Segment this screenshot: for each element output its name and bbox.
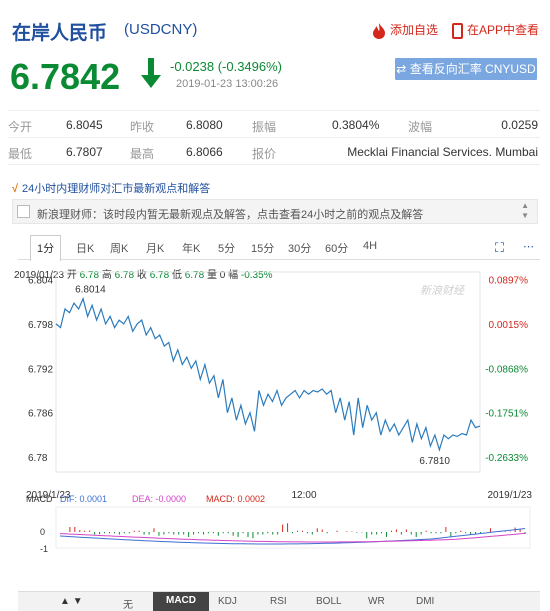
chart-period-tabs: ⛶ ⋯ 1分 日K 周K 月K 年K 5分 15分 30分 60分 4H <box>18 234 540 261</box>
y-tick-label: 6.792 <box>28 364 53 375</box>
indicator-tab[interactable]: MACD <box>153 592 209 611</box>
pan-arrows[interactable]: ▲ ▼ <box>60 596 83 607</box>
insight-heading[interactable]: √ 24小时内理财师对汇市最新观点和解答 <box>12 180 210 196</box>
macd-y-tick: 0 <box>40 527 45 537</box>
dif-label: DIF: 0.0001 <box>60 494 107 504</box>
stat-label: 振幅 <box>252 120 277 134</box>
macd-value-label: MACD: 0.0002 <box>206 494 265 504</box>
quote-time: 2019-01-23 13:00:26 <box>176 78 279 90</box>
stat-label: 今开 <box>8 120 33 134</box>
chart-tab[interactable]: 日K <box>76 240 94 256</box>
y-tick-label: 6.786 <box>28 409 53 420</box>
watermark: 新浪财经 <box>420 284 465 297</box>
avatar <box>17 205 30 218</box>
stat-value: 0.3804% <box>332 118 380 132</box>
fullscreen-icon[interactable]: ⛶ <box>495 240 504 256</box>
check-icon: √ <box>12 183 19 195</box>
settings-icon[interactable]: ⋯ <box>523 240 534 253</box>
min-annotation: 6.7810 <box>419 456 450 467</box>
plot-frame <box>55 271 481 473</box>
symbol-code: (USDCNY) <box>124 21 198 38</box>
add-watch-button[interactable]: 添加自选 <box>372 21 438 39</box>
chart-tab[interactable]: 5分 <box>218 240 235 256</box>
chart-tab[interactable]: 1分 <box>30 235 62 261</box>
down-arrow-icon <box>141 58 161 88</box>
indicator-tabs: ▲ ▼ 无 MACD KDJ RSI BOLL WR DMI <box>18 591 540 611</box>
indicator-tab[interactable]: 无 <box>123 596 133 611</box>
dea-line <box>59 532 526 543</box>
pct-tick-label: 0.0897% <box>489 275 529 286</box>
current-price: 6.7842 <box>10 56 121 97</box>
chart-tab[interactable]: 年K <box>182 240 200 256</box>
x-tick-label: 12:00 <box>291 490 316 501</box>
stat-value: 6.7807 <box>66 145 103 159</box>
fire-icon <box>373 22 385 39</box>
stats-row: 最低 6.7807 最高 6.8066 报价 Mecklai Financial… <box>8 138 540 165</box>
arrow-up-icon[interactable]: ▲ <box>60 596 70 607</box>
pct-tick-label: -0.2633% <box>485 453 528 464</box>
max-annotation: 6.8014 <box>75 285 106 296</box>
stats-table: 今开 6.8045 昨收 6.8080 振幅 0.3804% 波幅 0.0259… <box>8 110 540 165</box>
stat-value: 0.0259 <box>501 118 538 132</box>
indicator-tab[interactable]: KDJ <box>218 596 237 607</box>
stat-value: 6.8066 <box>186 145 223 159</box>
y-tick-label: 6.798 <box>28 320 53 331</box>
stat-label: 波幅 <box>408 120 433 134</box>
indicator-tab[interactable]: WR <box>368 596 385 607</box>
macd-label: MACD <box>26 494 53 504</box>
macd-y-tick: -1 <box>40 544 48 554</box>
reverse-rate-button[interactable]: ⇄ 查看反向汇率 CNYUSD <box>395 58 537 80</box>
stat-value: Mecklai Financial Services. Mumbai <box>347 145 538 159</box>
price-change: -0.0238 (-0.3496%) <box>170 59 283 74</box>
y-tick-label: 6.804 <box>28 275 53 286</box>
stat-value: 6.8080 <box>186 118 223 132</box>
chevron-down-icon[interactable]: ▼ <box>521 211 529 220</box>
stat-label: 最低 <box>8 147 33 161</box>
quote-header: 在岸人民币 (USDCNY) 添加自选 在APP中查看 <box>12 12 540 48</box>
stat-label: 昨收 <box>130 120 155 134</box>
app-view-button[interactable]: 在APP中查看 <box>452 21 539 39</box>
stat-value: 6.8045 <box>66 118 103 132</box>
pct-tick-label: -0.0868% <box>485 364 528 375</box>
phone-icon <box>452 22 463 39</box>
insight-box[interactable]: 新浪理财师：该时段内暂无最新观点及解答，点击查看24小时之前的观点及解答 ▲ ▼ <box>12 199 538 224</box>
stat-label: 最高 <box>130 147 155 161</box>
chart-tab[interactable]: 4H <box>363 240 377 252</box>
price-line <box>55 296 481 452</box>
pct-tick-label: -0.1751% <box>485 409 528 420</box>
chart-tab[interactable]: 15分 <box>251 240 274 256</box>
indicator-tab[interactable]: RSI <box>270 596 287 607</box>
dea-label: DEA: -0.0000 <box>132 494 186 504</box>
y-tick-label: 6.78 <box>28 453 48 464</box>
chart-area: ⛶ ⋯ 1分 日K 周K 月K 年K 5分 15分 30分 60分 4H 2019/01/23 开… <box>10 234 540 611</box>
indicator-tab[interactable]: DMI <box>416 596 434 607</box>
pct-tick-label: 0.0015% <box>489 320 529 331</box>
indicator-tab[interactable]: BOLL <box>316 596 342 607</box>
scroll-arrows[interactable]: ▲ ▼ <box>521 201 529 221</box>
chart-tab[interactable]: 月K <box>146 240 164 256</box>
chevron-up-icon[interactable]: ▲ <box>521 201 529 210</box>
price-chart[interactable]: 6.804 0.0897% 6.798 0.0015% 6.792 -0.0868% 6.7… <box>10 266 540 591</box>
page-title: 在岸人民币 <box>12 23 108 44</box>
stats-row: 今开 6.8045 昨收 6.8080 振幅 0.3804% 波幅 0.0259 <box>8 111 540 138</box>
swap-icon: ⇄ <box>396 62 410 76</box>
insight-message: 新浪理财师：该时段内暂无最新观点及解答，点击查看24小时之前的观点及解答 <box>37 209 424 221</box>
chart-tab[interactable]: 30分 <box>288 240 311 256</box>
chart-tab[interactable]: 60分 <box>325 240 348 256</box>
chart-tab[interactable]: 周K <box>110 240 128 256</box>
x-tick-label: 2019/1/23 <box>488 490 533 501</box>
arrow-down-icon[interactable]: ▼ <box>73 596 83 607</box>
stat-label: 报价 <box>252 147 277 161</box>
